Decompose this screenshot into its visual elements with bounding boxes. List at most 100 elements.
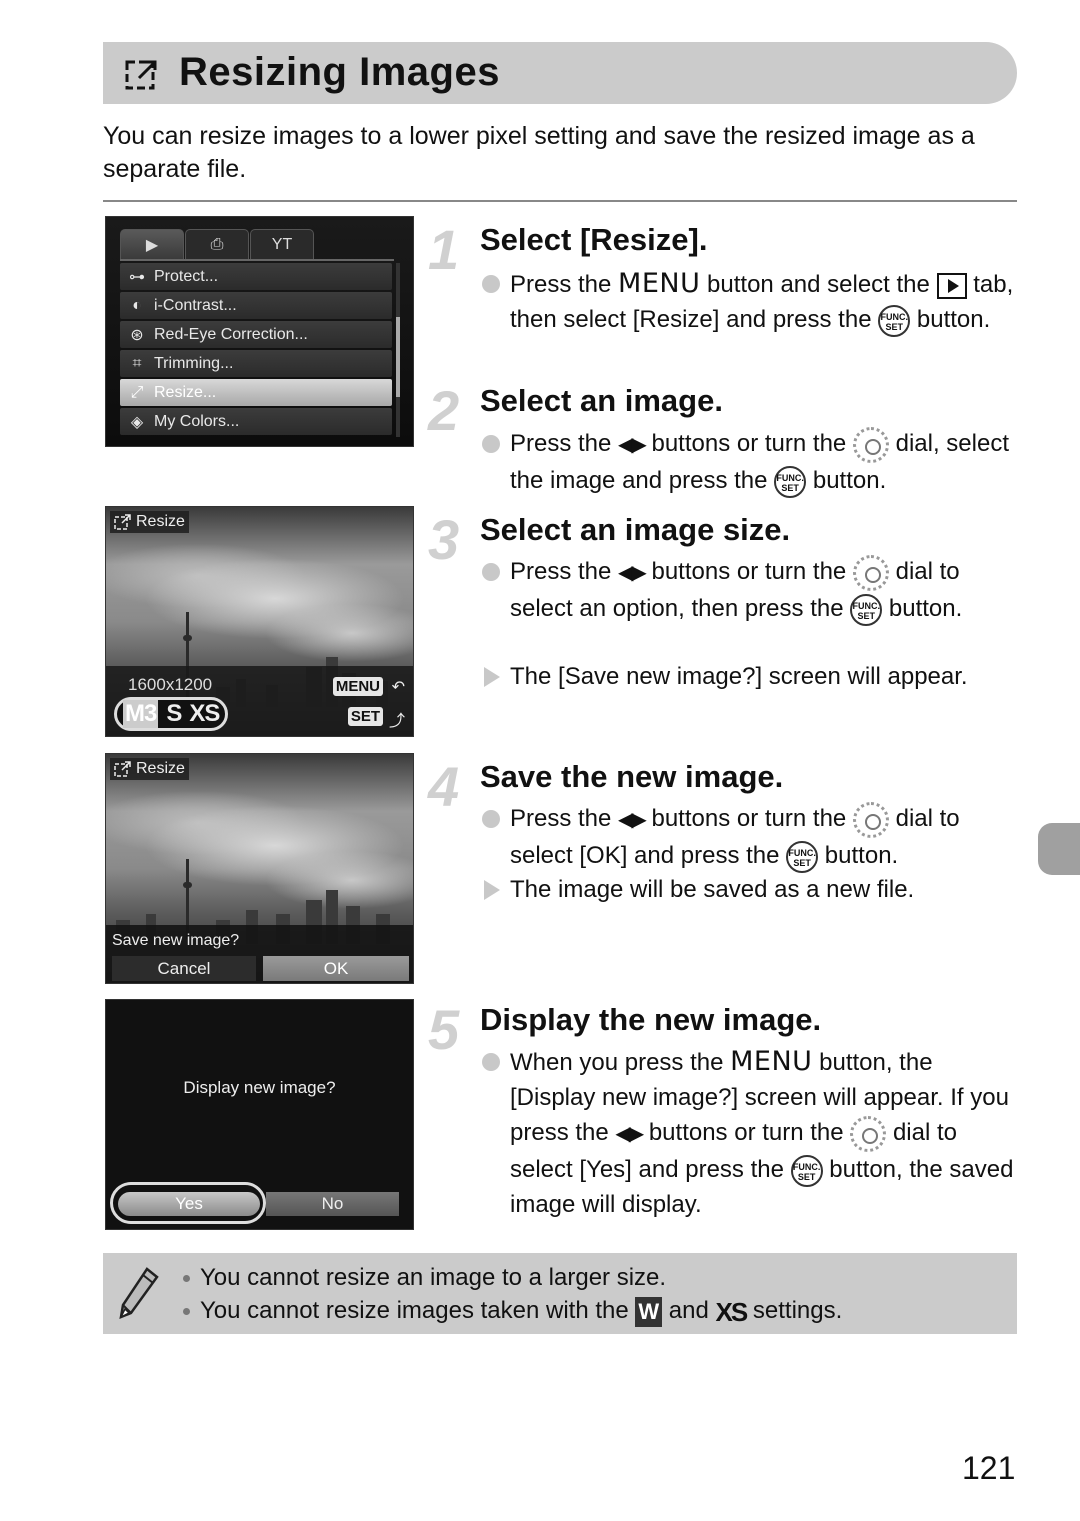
note-box: You cannot resize an image to a larger s… bbox=[103, 1253, 1017, 1334]
note-bullet bbox=[183, 1275, 190, 1283]
func-set-button-icon: FUNC. SET bbox=[850, 593, 883, 626]
yes-button[interactable]: Yes bbox=[118, 1192, 260, 1216]
note-item: You cannot resize an image to a larger s… bbox=[183, 1263, 666, 1293]
xs-size-icon: XS bbox=[715, 1296, 749, 1327]
playback-tab-icon bbox=[936, 272, 967, 299]
control-dial-icon bbox=[850, 1115, 887, 1152]
func-set-button-icon: FUNC. SET bbox=[774, 465, 807, 498]
control-dial-icon bbox=[852, 426, 889, 463]
menu-item-protect[interactable]: ⊶ Protect... bbox=[120, 263, 392, 290]
display-confirm-screen: Display new image? Yes No bbox=[105, 999, 414, 1230]
left-right-arrows-icon: ◀▶ bbox=[618, 434, 647, 456]
menu-item-my-colors[interactable]: ◈ My Colors... bbox=[120, 408, 392, 435]
left-right-arrows-icon: ◀▶ bbox=[618, 809, 647, 831]
save-prompt: Save new image? bbox=[112, 932, 240, 949]
step-instruction: Press the ◀▶ buttons or turn the dial to… bbox=[480, 554, 1020, 626]
menu-item-i-contrast[interactable]: ◐ i-Contrast... bbox=[120, 292, 392, 319]
size-selector[interactable]: M3 S XS bbox=[114, 697, 228, 731]
protect-key-icon: ⊶ bbox=[129, 268, 145, 286]
menu-button-icon: MENU bbox=[618, 268, 701, 299]
resize-label-text: Resize bbox=[136, 760, 185, 777]
control-dial-icon bbox=[852, 801, 889, 838]
save-confirm-screen: Resize Save new image? Cancel OK bbox=[105, 753, 414, 984]
confirm-icon: ⤴ bbox=[388, 713, 405, 730]
trimming-icon: ⌗ bbox=[132, 354, 142, 372]
no-button[interactable]: No bbox=[266, 1192, 399, 1216]
page-number: 121 bbox=[962, 1450, 1016, 1486]
resize-label-text: Resize bbox=[136, 513, 185, 530]
set-key[interactable]: SET bbox=[347, 707, 383, 726]
step-result: The image will be saved as a new file. bbox=[480, 872, 1020, 907]
bullet-dot bbox=[482, 275, 500, 293]
menu-item-label: Trimming... bbox=[154, 354, 234, 372]
return-icon: ↶ bbox=[391, 679, 405, 696]
left-right-arrows-icon: ◀▶ bbox=[618, 562, 647, 584]
size-option-xs[interactable]: XS bbox=[189, 700, 220, 728]
widescreen-mode-icon: W bbox=[635, 1296, 663, 1327]
step-heading: Select an image. bbox=[480, 383, 723, 418]
bullet-dot bbox=[482, 810, 500, 828]
step-number: 5 bbox=[428, 998, 460, 1061]
control-dial-icon bbox=[852, 554, 889, 591]
resize-icon bbox=[114, 761, 131, 777]
title-banner: Resizing Images bbox=[103, 42, 1017, 104]
func-set-button-icon: FUNC. SET bbox=[878, 304, 911, 337]
menu-screen: ▶ ⎙ ΥΤ ⊶ Protect... ◐ i-Contrast... ⊛ Re… bbox=[105, 216, 414, 447]
step-heading: Select [Resize]. bbox=[480, 222, 708, 257]
tab-underline bbox=[120, 259, 394, 261]
menu-item-label: i-Contrast... bbox=[154, 296, 237, 314]
func-set-button-icon: FUNC. SET bbox=[790, 1154, 823, 1187]
bullet-dot bbox=[482, 563, 500, 581]
result-arrow-icon bbox=[484, 667, 500, 687]
resize-icon bbox=[125, 60, 157, 90]
i-contrast-icon: ◐ bbox=[132, 296, 142, 314]
size-option-s[interactable]: S bbox=[166, 700, 182, 728]
menu-item-red-eye[interactable]: ⊛ Red-Eye Correction... bbox=[120, 321, 392, 348]
step-instruction: Press the ◀▶ buttons or turn the dial, s… bbox=[480, 426, 1020, 498]
print-tab-icon[interactable]: ⎙ bbox=[185, 229, 249, 259]
step-number: 4 bbox=[428, 755, 460, 818]
step-instruction: Press the MENU button and select the tab… bbox=[480, 266, 1020, 337]
note-bullet bbox=[183, 1308, 190, 1316]
menu-scrollbar-thumb[interactable] bbox=[396, 317, 400, 397]
cancel-button[interactable]: Cancel bbox=[112, 956, 256, 981]
step-instruction: Press the ◀▶ buttons or turn the dial to… bbox=[480, 801, 1020, 873]
pixel-readout: 1600x1200 bbox=[128, 675, 213, 694]
menu-item-resize[interactable]: ⤢ Resize... bbox=[120, 379, 392, 406]
menu-tabs: ▶ ⎙ ΥΤ bbox=[120, 229, 315, 259]
menu-item-label: Resize... bbox=[154, 383, 217, 401]
ok-button[interactable]: OK bbox=[263, 956, 409, 981]
step-number: 3 bbox=[428, 508, 460, 571]
tower-pod bbox=[183, 635, 192, 641]
size-select-screen: Resize 1600x1200 M3 S XS MENU ↶ SET ⤴ bbox=[105, 506, 414, 737]
bullet-dot bbox=[482, 435, 500, 453]
chapter-tab bbox=[1038, 823, 1080, 875]
page-title: Resizing Images bbox=[179, 50, 500, 94]
step-number: 1 bbox=[428, 218, 460, 281]
resize-icon: ⤢ bbox=[130, 383, 144, 401]
resize-icon bbox=[114, 514, 131, 530]
menu-item-label: Protect... bbox=[154, 267, 219, 285]
red-eye-icon: ⊛ bbox=[130, 326, 144, 344]
step-heading: Display the new image. bbox=[480, 1002, 822, 1037]
menu-item-label: My Colors... bbox=[154, 412, 240, 430]
step-result: The [Save new image?] screen will appear… bbox=[480, 659, 1020, 694]
step-heading: Save the new image. bbox=[480, 759, 784, 794]
size-option-m3[interactable]: M3 bbox=[123, 700, 159, 728]
settings-tab-icon[interactable]: ΥΤ bbox=[250, 229, 314, 259]
bullet-dot bbox=[482, 1053, 500, 1071]
func-set-button-icon: FUNC. SET bbox=[786, 840, 819, 873]
my-colors-icon: ◈ bbox=[130, 413, 144, 431]
intro-text: You can resize images to a lower pixel s… bbox=[103, 122, 975, 183]
menu-list: ⊶ Protect... ◐ i-Contrast... ⊛ Red-Eye C… bbox=[120, 263, 392, 437]
menu-button-icon: MENU bbox=[730, 1046, 813, 1077]
display-prompt: Display new image? bbox=[183, 1078, 336, 1097]
menu-key[interactable]: MENU bbox=[332, 677, 383, 696]
result-arrow-icon bbox=[484, 880, 500, 900]
playback-tab-icon[interactable]: ▶ bbox=[120, 229, 184, 259]
note-item: You cannot resize images taken with the … bbox=[183, 1296, 842, 1327]
left-right-arrows-icon: ◀▶ bbox=[615, 1123, 644, 1145]
menu-item-trimming[interactable]: ⌗ Trimming... bbox=[120, 350, 392, 377]
resize-label: Resize bbox=[110, 511, 189, 533]
pencil-icon bbox=[119, 1267, 159, 1319]
